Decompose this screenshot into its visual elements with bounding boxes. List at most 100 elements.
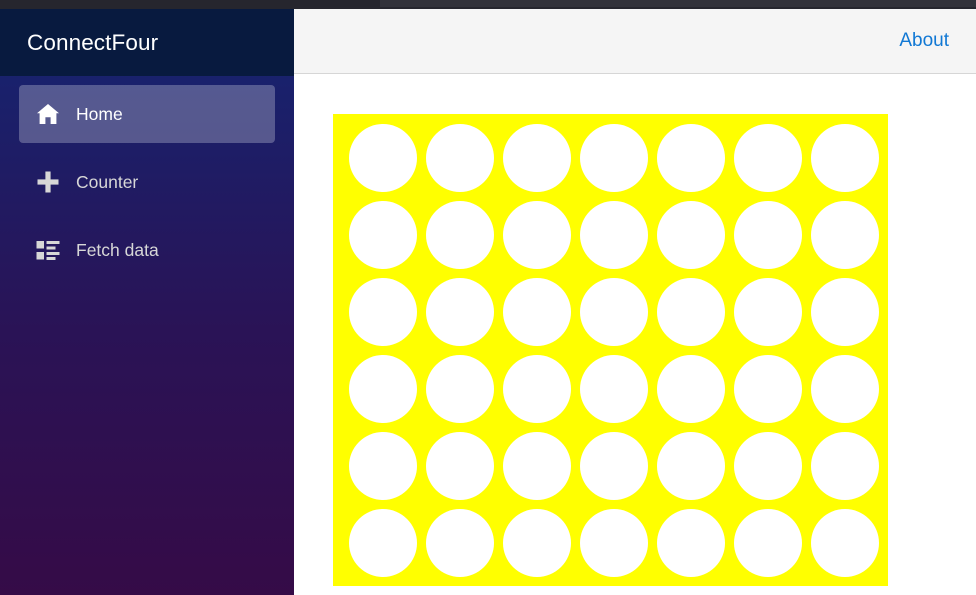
empty-slot	[810, 277, 879, 346]
app-title: ConnectFour	[27, 29, 159, 55]
board-row	[344, 273, 883, 350]
empty-slot	[579, 508, 648, 577]
empty-slot	[502, 354, 571, 423]
board-row	[344, 196, 883, 273]
empty-slot	[348, 431, 417, 500]
board-cell-r1-c0[interactable]	[344, 196, 421, 273]
board-cell-r2-c1[interactable]	[421, 273, 498, 350]
board-row	[344, 504, 883, 581]
sidebar: ConnectFour Home Counter Fetch data	[0, 9, 294, 595]
empty-slot	[502, 123, 571, 192]
board-cell-r2-c0[interactable]	[344, 273, 421, 350]
empty-slot	[733, 200, 802, 269]
sidebar-brand[interactable]: ConnectFour	[0, 9, 294, 76]
sidebar-item-counter[interactable]: Counter	[19, 153, 275, 211]
board-row	[344, 119, 883, 196]
empty-slot	[656, 431, 725, 500]
board-cell-r3-c3[interactable]	[575, 350, 652, 427]
board-cell-r3-c4[interactable]	[652, 350, 729, 427]
board-cell-r4-c5[interactable]	[729, 427, 806, 504]
empty-slot	[348, 277, 417, 346]
empty-slot	[810, 508, 879, 577]
board-cell-r5-c2[interactable]	[498, 504, 575, 581]
empty-slot	[656, 354, 725, 423]
connect-four-board[interactable]	[333, 114, 888, 586]
board-cell-r3-c0[interactable]	[344, 350, 421, 427]
board-cell-r4-c1[interactable]	[421, 427, 498, 504]
board-cell-r1-c4[interactable]	[652, 196, 729, 273]
empty-slot	[579, 200, 648, 269]
empty-slot	[656, 277, 725, 346]
board-cell-r2-c3[interactable]	[575, 273, 652, 350]
board-cell-r5-c6[interactable]	[806, 504, 883, 581]
board-cell-r1-c5[interactable]	[729, 196, 806, 273]
empty-slot	[348, 354, 417, 423]
empty-slot	[733, 354, 802, 423]
board-cell-r1-c2[interactable]	[498, 196, 575, 273]
board-cell-r1-c6[interactable]	[806, 196, 883, 273]
board-cell-r3-c6[interactable]	[806, 350, 883, 427]
browser-tab-strip	[380, 0, 976, 7]
board-cell-r1-c1[interactable]	[421, 196, 498, 273]
empty-slot	[733, 123, 802, 192]
top-row: About	[294, 9, 976, 74]
about-link[interactable]: About	[899, 30, 949, 52]
empty-slot	[810, 123, 879, 192]
empty-slot	[810, 354, 879, 423]
board-cell-r4-c4[interactable]	[652, 427, 729, 504]
board-cell-r1-c3[interactable]	[575, 196, 652, 273]
empty-slot	[579, 354, 648, 423]
board-cell-r0-c1[interactable]	[421, 119, 498, 196]
empty-slot	[733, 277, 802, 346]
board-cell-r5-c0[interactable]	[344, 504, 421, 581]
empty-slot	[656, 508, 725, 577]
board-cell-r2-c4[interactable]	[652, 273, 729, 350]
empty-slot	[656, 123, 725, 192]
board-cell-r4-c0[interactable]	[344, 427, 421, 504]
empty-slot	[579, 123, 648, 192]
browser-chrome-bar	[0, 0, 976, 9]
board-cell-r4-c6[interactable]	[806, 427, 883, 504]
board-cell-r3-c1[interactable]	[421, 350, 498, 427]
board-cell-r0-c5[interactable]	[729, 119, 806, 196]
empty-slot	[810, 431, 879, 500]
board-cell-r2-c6[interactable]	[806, 273, 883, 350]
sidebar-item-label: Home	[76, 103, 123, 124]
sidebar-item-label: Fetch data	[76, 239, 159, 260]
empty-slot	[502, 508, 571, 577]
board-cell-r4-c2[interactable]	[498, 427, 575, 504]
empty-slot	[348, 508, 417, 577]
sidebar-item-home[interactable]: Home	[19, 85, 275, 143]
board-row	[344, 350, 883, 427]
empty-slot	[348, 123, 417, 192]
empty-slot	[579, 431, 648, 500]
board-cell-r2-c2[interactable]	[498, 273, 575, 350]
board-cell-r5-c4[interactable]	[652, 504, 729, 581]
board-row	[344, 427, 883, 504]
board-cell-r5-c5[interactable]	[729, 504, 806, 581]
board-cell-r0-c0[interactable]	[344, 119, 421, 196]
empty-slot	[579, 277, 648, 346]
board-cell-r4-c3[interactable]	[575, 427, 652, 504]
home-icon	[34, 100, 62, 128]
page-content	[294, 74, 976, 594]
board-cell-r0-c3[interactable]	[575, 119, 652, 196]
board-cell-r2-c5[interactable]	[729, 273, 806, 350]
empty-slot	[425, 508, 494, 577]
board-cell-r0-c6[interactable]	[806, 119, 883, 196]
board-cell-r3-c2[interactable]	[498, 350, 575, 427]
board-cell-r0-c4[interactable]	[652, 119, 729, 196]
plus-icon	[34, 168, 62, 196]
empty-slot	[502, 200, 571, 269]
empty-slot	[348, 200, 417, 269]
empty-slot	[425, 354, 494, 423]
sidebar-item-fetch-data[interactable]: Fetch data	[19, 221, 275, 279]
main-area: About	[294, 9, 976, 595]
board-cell-r0-c2[interactable]	[498, 119, 575, 196]
board-cell-r5-c1[interactable]	[421, 504, 498, 581]
board-cell-r5-c3[interactable]	[575, 504, 652, 581]
empty-slot	[425, 431, 494, 500]
empty-slot	[502, 277, 571, 346]
empty-slot	[733, 431, 802, 500]
board-cell-r3-c5[interactable]	[729, 350, 806, 427]
